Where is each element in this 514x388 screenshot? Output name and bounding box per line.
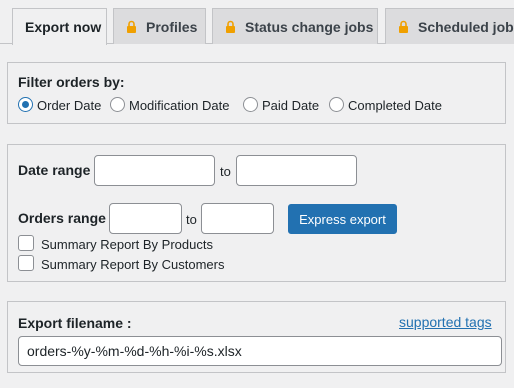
tab-bar: Export now Profiles Status change jobs S…: [0, 0, 514, 45]
lock-icon: [399, 20, 408, 33]
radio-completed-date[interactable]: [329, 97, 344, 112]
tab-scheduled-jobs[interactable]: Scheduled jobs: [385, 8, 514, 44]
radio-label-order-date: Order Date: [37, 98, 102, 113]
radio-paid-date[interactable]: [243, 97, 258, 112]
export-filename-label: Export filename :: [18, 315, 132, 331]
filename-panel: Export filename : supported tags: [7, 301, 506, 373]
orders-range-to-label: to: [186, 212, 197, 227]
summary-customers-checkbox[interactable]: [18, 255, 34, 271]
express-export-button[interactable]: Express export: [288, 204, 397, 234]
tab-label: Status change jobs: [245, 18, 374, 35]
tab-export-now[interactable]: Export now: [12, 8, 107, 45]
radio-modification-date[interactable]: [110, 97, 125, 112]
range-panel: Date range to Orders range to Express ex…: [7, 144, 506, 282]
date-range-to-label: to: [220, 164, 231, 179]
summary-customers-label: Summary Report By Customers: [41, 257, 225, 272]
radio-label-paid-date: Paid Date: [262, 98, 320, 113]
date-range-to-input[interactable]: [236, 155, 357, 186]
lock-icon: [226, 20, 235, 33]
orders-range-from-input[interactable]: [109, 203, 182, 234]
tab-status-change-jobs[interactable]: Status change jobs: [212, 8, 378, 44]
lock-icon: [127, 20, 136, 33]
orders-range-label: Orders range: [18, 210, 106, 226]
tab-label: Scheduled jobs: [418, 18, 514, 35]
summary-products-label: Summary Report By Products: [41, 237, 213, 252]
export-filename-input[interactable]: [18, 336, 502, 366]
date-range-label: Date range: [18, 162, 91, 178]
date-range-from-input[interactable]: [94, 155, 215, 186]
radio-label-modification-date: Modification Date: [129, 98, 230, 113]
orders-range-to-input[interactable]: [201, 203, 274, 234]
filter-title: Filter orders by:: [18, 74, 125, 90]
tab-label: Profiles: [146, 18, 198, 35]
tab-label: Export now: [25, 19, 102, 35]
tab-profiles[interactable]: Profiles: [113, 8, 206, 44]
radio-label-completed-date: Completed Date: [348, 98, 442, 113]
radio-order-date[interactable]: [18, 97, 33, 112]
summary-products-checkbox[interactable]: [18, 235, 34, 251]
supported-tags-link[interactable]: supported tags: [399, 314, 492, 330]
filter-panel: Filter orders by: Order Date Modificatio…: [7, 62, 506, 124]
